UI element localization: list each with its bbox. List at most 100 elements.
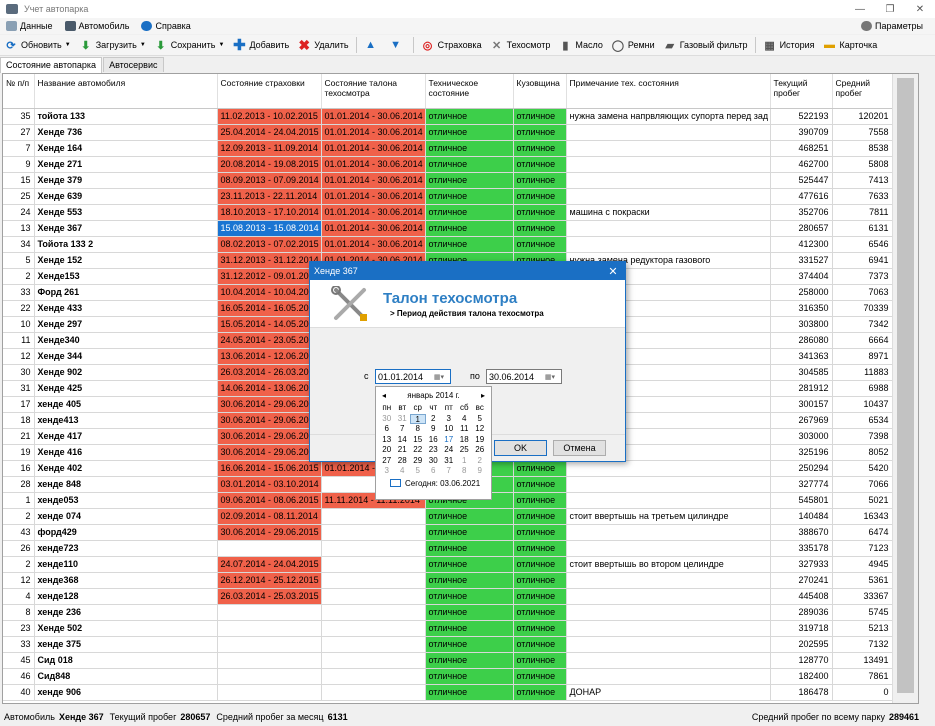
cancel-button[interactable]: Отмена	[553, 440, 606, 456]
calendar-day[interactable]: 11	[457, 424, 473, 435]
table-cell[interactable]: 352706	[770, 204, 833, 221]
calendar-day[interactable]: 21	[395, 445, 411, 456]
from-date-picker[interactable]: 01.01.2014 ▦▾	[375, 369, 451, 384]
table-cell[interactable]: нужна замена напрвляющих супорта перед з…	[566, 108, 771, 125]
calendar-day[interactable]: 10	[441, 424, 457, 435]
table-cell[interactable]: 374404	[770, 268, 833, 285]
table-cell[interactable]: отличное	[513, 236, 567, 253]
calendar-day[interactable]: 13	[379, 435, 395, 446]
calendar-day[interactable]: 3	[441, 414, 457, 425]
table-cell[interactable]: 8052	[832, 444, 893, 461]
table-cell[interactable]	[321, 604, 426, 621]
history-button[interactable]: ▦ История	[759, 36, 819, 55]
table-cell[interactable]: 31.12.2013 - 31.12.2014	[217, 252, 322, 269]
table-cell[interactable]: 4945	[832, 556, 893, 573]
table-cell[interactable]: 6664	[832, 332, 893, 349]
table-cell[interactable]	[321, 636, 426, 653]
table-cell[interactable]: 35	[3, 108, 35, 125]
table-cell[interactable]: 70339	[832, 300, 893, 317]
table-cell[interactable]: Хенде 379	[34, 172, 218, 189]
table-row[interactable]: 40 хенде 906 отличное отличное ДОНАР 186478 0	[3, 684, 893, 701]
table-cell[interactable]: Хенде 433	[34, 300, 218, 317]
table-cell[interactable]: Хенде 417	[34, 428, 218, 445]
month-calendar[interactable]: ◂ январь 2014 г. ▸ пн вт ср чт пт сб вс 30 31 1 2 3…	[375, 386, 492, 500]
table-cell[interactable]	[566, 524, 771, 541]
table-cell[interactable]: 7558	[832, 124, 893, 141]
calendar-today[interactable]: Сегодня: 03.06.2021	[376, 477, 491, 490]
table-cell[interactable]: 7398	[832, 428, 893, 445]
column-header[interactable]: Состояние страховки	[217, 74, 322, 109]
calendar-day[interactable]: 5	[410, 466, 426, 477]
calendar-day[interactable]: 6	[379, 424, 395, 435]
vertical-scrollbar[interactable]	[892, 74, 918, 703]
table-cell[interactable]: 45	[3, 652, 35, 669]
calendar-day[interactable]: 23	[426, 445, 442, 456]
table-cell[interactable]: Хенде 502	[34, 620, 218, 637]
table-cell[interactable]: Сид848	[34, 668, 218, 685]
table-cell[interactable]: 03.01.2014 - 03.10.2014	[217, 476, 322, 493]
calendar-day[interactable]: 19	[472, 435, 488, 446]
table-cell[interactable]: хенде 906	[34, 684, 218, 701]
table-cell[interactable]: 5361	[832, 572, 893, 589]
calendar-day[interactable]: 26	[472, 445, 488, 456]
table-cell[interactable]: 280657	[770, 220, 833, 237]
table-cell[interactable]: отличное	[513, 156, 567, 173]
table-cell[interactable]: 01.01.2014 - 30.06.2014	[321, 204, 426, 221]
table-cell[interactable]	[566, 668, 771, 685]
table-cell[interactable]	[566, 172, 771, 189]
table-cell[interactable]	[566, 620, 771, 637]
table-cell[interactable]: 468251	[770, 140, 833, 157]
table-cell[interactable]: 9	[3, 156, 35, 173]
table-cell[interactable]: отличное	[513, 684, 567, 701]
table-cell[interactable]: 01.01.2014 - 30.06.2014	[321, 124, 426, 141]
calendar-day[interactable]: 30	[379, 414, 395, 425]
table-cell[interactable]: отличное	[425, 172, 514, 189]
table-cell[interactable]: стоит ввертышь во втором целиндре	[566, 556, 771, 573]
table-row[interactable]: 4 хенде128 26.03.2014 - 25.03.2015 отличное…	[3, 588, 893, 605]
table-cell[interactable]	[566, 652, 771, 669]
oil-button[interactable]: ▮ Масло	[554, 36, 606, 55]
table-row[interactable]: 43 форд429 30.06.2014 - 29.06.2015 отличное…	[3, 524, 893, 541]
table-cell[interactable]	[217, 540, 322, 557]
table-cell[interactable]: 525447	[770, 172, 833, 189]
table-cell[interactable]: 325196	[770, 444, 833, 461]
table-row[interactable]: 8 хенде 236 отличное отличное 289036 5745	[3, 604, 893, 621]
table-cell[interactable]: отличное	[513, 492, 567, 509]
table-cell[interactable]: 25	[3, 188, 35, 205]
table-cell[interactable]: 7633	[832, 188, 893, 205]
table-cell[interactable]: 33	[3, 284, 35, 301]
table-cell[interactable]: 01.01.2014 - 30.06.2014	[321, 140, 426, 157]
table-cell[interactable]: 26.12.2014 - 25.12.2015	[217, 572, 322, 589]
calendar-day[interactable]: 4	[457, 414, 473, 425]
table-row[interactable]: 24 Хенде 553 18.10.2013 - 17.10.2014 01.01.…	[3, 204, 893, 221]
table-cell[interactable]: Хенде 736	[34, 124, 218, 141]
table-cell[interactable]: 15.05.2014 - 14.05.2015	[217, 316, 322, 333]
table-cell[interactable]: 23.11.2013 - 22.11.2014	[217, 188, 322, 205]
table-cell[interactable]	[217, 636, 322, 653]
table-cell[interactable]: 6474	[832, 524, 893, 541]
table-cell[interactable]: 477616	[770, 188, 833, 205]
table-cell[interactable]: 33367	[832, 588, 893, 605]
table-cell[interactable]: 16	[3, 460, 35, 477]
table-cell[interactable]: 16.05.2014 - 16.05.2015	[217, 300, 322, 317]
table-cell[interactable]: 12	[3, 348, 35, 365]
table-cell[interactable]	[566, 540, 771, 557]
table-cell[interactable]: 34	[3, 236, 35, 253]
table-cell[interactable]: 01.01.2014 - 30.06.2014	[321, 236, 426, 253]
table-row[interactable]: 2 хенде110 24.07.2014 - 24.04.2015 отличное…	[3, 556, 893, 573]
table-cell[interactable]	[566, 476, 771, 493]
table-cell[interactable]: 30.06.2014 - 29.06.2015	[217, 524, 322, 541]
calendar-day[interactable]: 6	[426, 466, 442, 477]
tab-autoservice[interactable]: Автосервис	[103, 57, 164, 72]
table-cell[interactable]: хенде 375	[34, 636, 218, 653]
move-down-button[interactable]: ▼	[385, 36, 410, 55]
table-cell[interactable]	[321, 540, 426, 557]
table-cell[interactable]: отличное	[425, 524, 514, 541]
calendar-day[interactable]: 9	[426, 424, 442, 435]
load-button[interactable]: ⬇ Загрузить ▼	[75, 36, 150, 55]
table-cell[interactable]: хенде 848	[34, 476, 218, 493]
table-cell[interactable]: 182400	[770, 668, 833, 685]
table-cell[interactable]: 319718	[770, 620, 833, 637]
calendar-day[interactable]: 1	[410, 413, 426, 424]
table-cell[interactable]: Хенде 425	[34, 380, 218, 397]
